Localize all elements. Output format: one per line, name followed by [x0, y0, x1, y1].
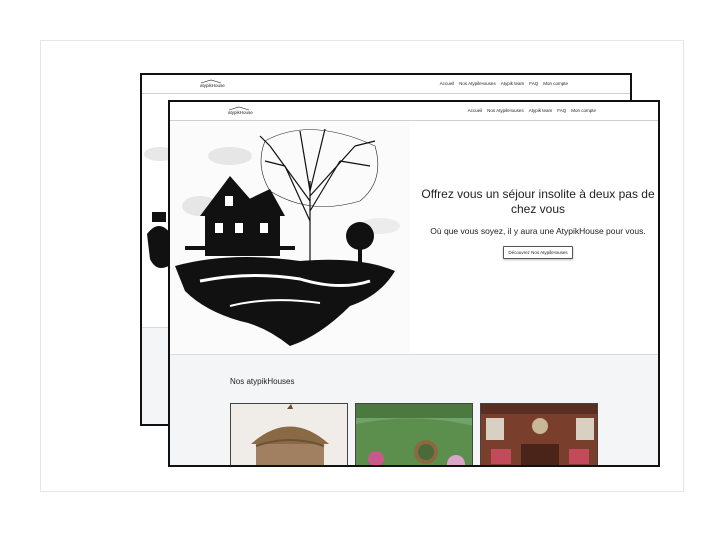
- hobbit-house-image: [356, 404, 472, 465]
- nav-item-faq[interactable]: FAQ: [557, 108, 566, 114]
- hero-title: Offrez vous un séjour insolite à deux pa…: [421, 187, 655, 216]
- house-card-hut[interactable]: [230, 403, 348, 465]
- front-screenshot-frame: atypikHouse Accueil Nos AtypikHouses Aty…: [168, 100, 660, 467]
- nav-item-account[interactable]: Mon compte: [571, 108, 596, 114]
- back-nav-item-houses[interactable]: Nos AtypikHouses: [459, 81, 496, 87]
- houses-section: Nos atypikHouses: [170, 355, 658, 465]
- back-logo[interactable]: atypikHouse: [200, 79, 230, 89]
- back-logo-text: atypikHouse: [200, 83, 225, 88]
- nav-item-houses[interactable]: Nos AtypikHouses: [487, 108, 524, 114]
- back-nav-menu: Accueil Nos AtypikHouses Atypik team FAQ…: [440, 81, 568, 87]
- thatched-hut-image: [231, 404, 347, 465]
- discover-houses-button[interactable]: Découvrez Nos AtypikHouses: [503, 246, 573, 259]
- floating-island-house-image: [175, 128, 400, 346]
- back-nav-item-faq[interactable]: FAQ: [529, 81, 538, 87]
- train-interior-image: [481, 404, 597, 465]
- hero-text-block: Offrez vous un séjour insolite à deux pa…: [418, 187, 658, 259]
- nav-item-team[interactable]: Atypik team: [529, 108, 553, 114]
- navbar: atypikHouse Accueil Nos AtypikHouses Aty…: [170, 102, 658, 121]
- hero-subtitle: Où que vous soyez, il y aura une AtypikH…: [430, 226, 646, 236]
- nav-menu: Accueil Nos AtypikHouses Atypik team FAQ…: [468, 108, 596, 114]
- hero-illustration: [170, 121, 410, 353]
- house-card-hobbit[interactable]: [355, 403, 473, 465]
- back-nav-item-accueil[interactable]: Accueil: [440, 81, 455, 87]
- houses-heading: Nos atypikHouses: [230, 377, 295, 386]
- back-nav-item-team[interactable]: Atypik team: [501, 81, 525, 87]
- back-navbar: atypikHouse Accueil Nos AtypikHouses Aty…: [142, 75, 630, 94]
- logo[interactable]: atypikHouse: [228, 106, 258, 116]
- logo-text: atypikHouse: [228, 110, 253, 115]
- back-nav-item-account[interactable]: Mon compte: [543, 81, 568, 87]
- nav-item-accueil[interactable]: Accueil: [468, 108, 483, 114]
- house-card-train[interactable]: [480, 403, 598, 465]
